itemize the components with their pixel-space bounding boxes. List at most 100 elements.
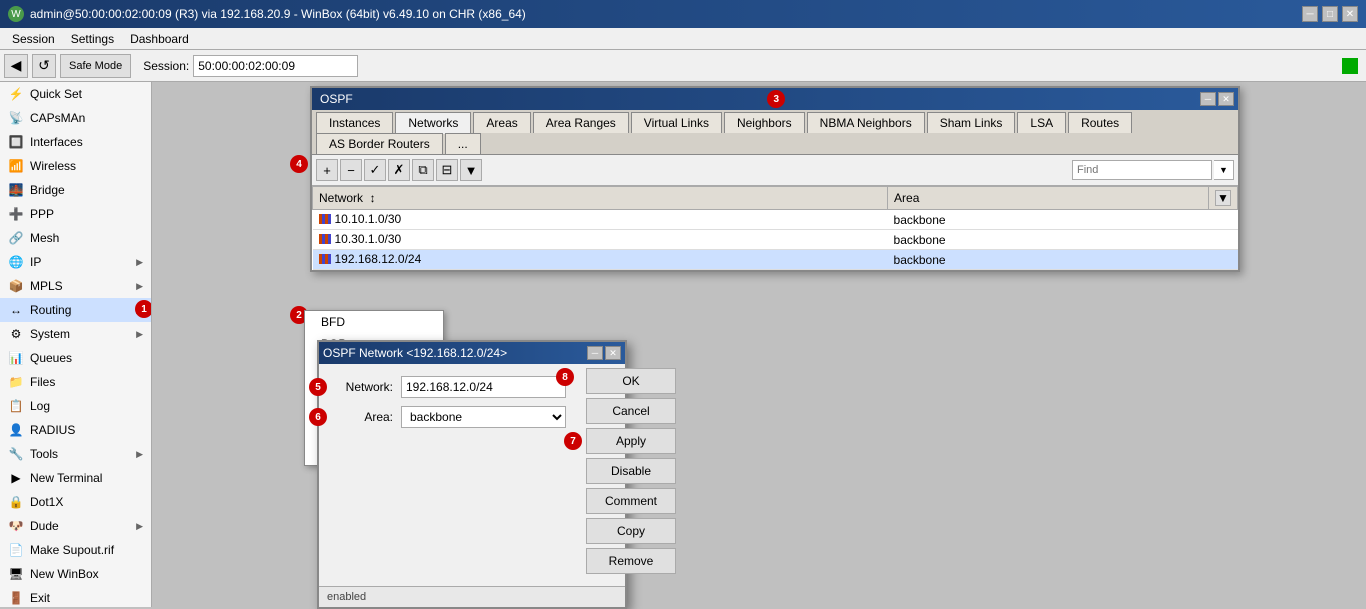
sidebar-item-interfaces[interactable]: 🔲 Interfaces — [0, 130, 151, 154]
sidebar-item-new-terminal[interactable]: ▶ New Terminal — [0, 466, 151, 490]
col-area: Area — [888, 187, 1209, 210]
badge-7: 7 — [564, 432, 582, 450]
area-select-wrapper: backbone0.0.0.00.0.0.1 — [401, 406, 566, 428]
network-cell: 10.10.1.0/30 — [313, 210, 888, 230]
sidebar-item-files[interactable]: 📁 Files — [0, 370, 151, 394]
routing-icon: ↔ — [8, 302, 24, 318]
sidebar-item-quick-set[interactable]: ⚡ Quick Set — [0, 82, 151, 106]
sidebar-item-tools[interactable]: 🔧 Tools ▶ — [0, 442, 151, 466]
bridge-icon: 🌉 — [8, 182, 24, 198]
tab-more[interactable]: ... — [445, 133, 481, 154]
dialog-close-btn[interactable]: ✕ — [605, 346, 621, 360]
find-input[interactable] — [1072, 160, 1212, 180]
main-layout: ⚡ Quick Set 📡 CAPsMAn 🔲 Interfaces 📶 Wir… — [0, 82, 1366, 607]
table-row[interactable]: 192.168.12.0/24 backbone — [313, 250, 1238, 270]
sidebar-item-bridge[interactable]: 🌉 Bridge — [0, 178, 151, 202]
dialog-status: enabled — [319, 586, 625, 607]
ok-button[interactable]: OK — [586, 368, 676, 394]
sidebar-item-log[interactable]: 📋 Log — [0, 394, 151, 418]
area-label: Area: — [331, 410, 401, 424]
area-cell: backbone — [888, 250, 1209, 270]
area-select[interactable]: backbone0.0.0.00.0.0.1 — [401, 406, 566, 428]
quick-set-icon: ⚡ — [8, 86, 24, 102]
copy-button[interactable]: Copy — [586, 518, 676, 544]
dialog-title-text: OSPF Network <192.168.12.0/24> — [323, 346, 507, 360]
winbox-icon: 🖥 — [8, 566, 24, 582]
minimize-button[interactable]: ─ — [1302, 6, 1318, 22]
tab-instances[interactable]: Instances — [316, 112, 393, 133]
sidebar-item-new-winbox[interactable]: 🖥 New WinBox — [0, 562, 151, 586]
find-dropdown[interactable]: ▼ — [1214, 160, 1234, 180]
copy-item-btn[interactable]: ⧉ — [412, 159, 434, 181]
network-input[interactable] — [401, 376, 566, 398]
sidebar-item-exit[interactable]: 🚪 Exit — [0, 586, 151, 607]
ospf-minimize-btn[interactable]: ─ — [1200, 92, 1216, 106]
dialog-body: 5 Network: 6 Area: backbone0.0.0.00.0.0.… — [319, 364, 578, 448]
tab-as-border-routers[interactable]: AS Border Routers — [316, 133, 443, 154]
col-expand: ▼ — [1209, 187, 1238, 210]
comment-button[interactable]: Comment — [586, 488, 676, 514]
system-icon: ⚙ — [8, 326, 24, 342]
sidebar-item-capsman[interactable]: 📡 CAPsMAn — [0, 106, 151, 130]
dialog-minimize-btn[interactable]: ─ — [587, 346, 603, 360]
table-row[interactable]: 10.30.1.0/30 backbone — [313, 230, 1238, 250]
tab-nbma-neighbors[interactable]: NBMA Neighbors — [807, 112, 925, 133]
menu-dashboard[interactable]: Dashboard — [122, 30, 197, 48]
supout-icon: 📄 — [8, 542, 24, 558]
dude-arrow: ▶ — [136, 521, 143, 532]
sidebar-item-ppp[interactable]: ➕ PPP — [0, 202, 151, 226]
sidebar-item-system[interactable]: ⚙ System ▶ — [0, 322, 151, 346]
sidebar-item-mpls[interactable]: 📦 MPLS ▶ — [0, 274, 151, 298]
system-arrow: ▶ — [136, 329, 143, 340]
cancel-button[interactable]: Cancel — [586, 398, 676, 424]
session-input[interactable] — [193, 55, 358, 77]
sidebar-item-queues[interactable]: 📊 Queues — [0, 346, 151, 370]
tab-networks[interactable]: Networks — [395, 112, 471, 134]
remove-btn[interactable]: − — [340, 159, 362, 181]
tab-lsa[interactable]: LSA — [1017, 112, 1066, 133]
networks-table-container: Network ↕ Area ▼ — [312, 186, 1238, 270]
filter-btn[interactable]: ▼ — [460, 159, 482, 181]
disable-btn[interactable]: ✗ — [388, 159, 410, 181]
back-button[interactable]: ◀ — [4, 54, 28, 78]
tab-areas[interactable]: Areas — [473, 112, 530, 133]
ospf-toolbar: 4 + − ✓ ✗ ⧉ ⊟ ▼ ▼ — [312, 155, 1238, 186]
remove-button[interactable]: Remove — [586, 548, 676, 574]
ospf-close-btn[interactable]: ✕ — [1218, 92, 1234, 106]
badge-1: 1 — [135, 300, 152, 318]
menu-session[interactable]: Session — [4, 30, 63, 48]
tab-sham-links[interactable]: Sham Links — [927, 112, 1016, 133]
enable-btn[interactable]: ✓ — [364, 159, 386, 181]
badge-8: 8 — [556, 368, 574, 386]
network-row: 5 Network: — [331, 376, 566, 398]
maximize-button[interactable]: □ — [1322, 6, 1338, 22]
paste-btn[interactable]: ⊟ — [436, 159, 458, 181]
close-button[interactable]: ✕ — [1342, 6, 1358, 22]
tools-icon: 🔧 — [8, 446, 24, 462]
sidebar-item-make-supout[interactable]: 📄 Make Supout.rif — [0, 538, 151, 562]
sidebar-item-radius[interactable]: 👤 RADIUS — [0, 418, 151, 442]
context-menu-bfd[interactable]: BFD — [305, 311, 443, 333]
add-btn[interactable]: + — [316, 159, 338, 181]
apply-button[interactable]: Apply — [586, 428, 676, 454]
disable-button[interactable]: Disable — [586, 458, 676, 484]
safemode-button[interactable]: Safe Mode — [60, 54, 131, 78]
network-cell: 10.30.1.0/30 — [313, 230, 888, 250]
sidebar-item-dude[interactable]: 🐶 Dude ▶ — [0, 514, 151, 538]
table-row[interactable]: 10.10.1.0/30 backbone — [313, 210, 1238, 230]
sidebar-item-mesh[interactable]: 🔗 Mesh — [0, 226, 151, 250]
tab-neighbors[interactable]: Neighbors — [724, 112, 805, 133]
tab-area-ranges[interactable]: Area Ranges — [533, 112, 629, 133]
sidebar-item-ip[interactable]: 🌐 IP ▶ — [0, 250, 151, 274]
sidebar-item-routing[interactable]: ↔ Routing ▶ 1 — [0, 298, 151, 322]
tab-virtual-links[interactable]: Virtual Links — [631, 112, 722, 133]
sidebar-item-wireless[interactable]: 📶 Wireless — [0, 154, 151, 178]
menu-settings[interactable]: Settings — [63, 30, 122, 48]
interfaces-icon: 🔲 — [8, 134, 24, 150]
col-network: Network ↕ — [313, 187, 888, 210]
net-icon — [319, 254, 331, 264]
sidebar-item-dot1x[interactable]: 🔒 Dot1X — [0, 490, 151, 514]
tab-routes[interactable]: Routes — [1068, 112, 1132, 133]
badge-6: 6 — [309, 408, 327, 426]
refresh-button[interactable]: ↺ — [32, 54, 56, 78]
